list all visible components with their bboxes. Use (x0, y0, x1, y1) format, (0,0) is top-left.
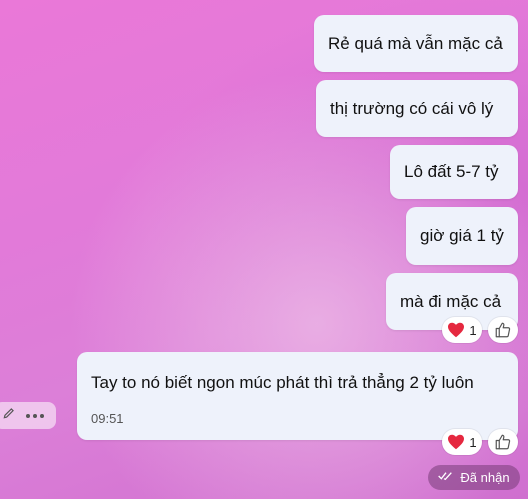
message-bubble[interactable]: giờ giá 1 tỷ (406, 207, 518, 265)
reaction-count-badge[interactable]: 1 (442, 317, 482, 343)
message-bubble[interactable]: Lô đất 5-7 tỷ (390, 145, 518, 199)
message-text: Lô đất 5-7 tỷ (404, 162, 499, 181)
message-text: thị trường có cái vô lý (330, 98, 494, 118)
heart-icon (447, 322, 465, 338)
like-button[interactable] (488, 317, 518, 343)
double-check-icon (438, 470, 454, 485)
message-text: giờ giá 1 tỷ (420, 226, 504, 245)
message-text: Rẻ quá mà vẫn mặc cả (328, 33, 503, 53)
message-text: Tay to nó biết ngon múc phát thì trả thẳ… (91, 373, 474, 392)
like-button[interactable] (488, 429, 518, 455)
more-options-icon[interactable] (26, 413, 44, 418)
message-timestamp: 09:51 (91, 411, 124, 426)
thumbs-up-icon (494, 321, 512, 339)
delivery-status-label: Đã nhận (460, 470, 510, 485)
message-bubble[interactable]: Tay to nó biết ngon múc phát thì trả thẳ… (77, 352, 518, 440)
message-actions (0, 402, 56, 429)
reaction-count: 1 (469, 434, 477, 450)
heart-icon (447, 434, 465, 450)
message-bubble[interactable]: thị trường có cái vô lý (316, 80, 518, 137)
thumbs-up-icon (494, 433, 512, 451)
edit-reply-icon[interactable] (2, 406, 16, 425)
reaction-count: 1 (469, 322, 477, 338)
message-bubble[interactable]: Rẻ quá mà vẫn mặc cả (314, 15, 518, 72)
message-text: mà đi mặc cả (400, 291, 502, 311)
reaction-count-badge[interactable]: 1 (442, 429, 482, 455)
delivery-status-badge: Đã nhận (428, 465, 520, 490)
